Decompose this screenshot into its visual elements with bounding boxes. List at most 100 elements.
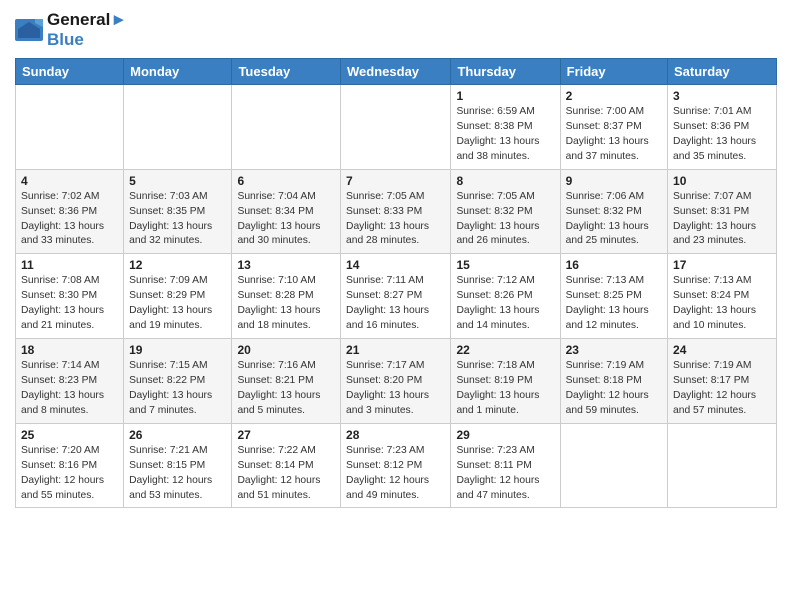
day-number: 27 [237, 428, 335, 442]
calendar-cell: 17 Sunrise: 7:13 AM Sunset: 8:24 PM Dayli… [668, 254, 777, 339]
day-info: Sunrise: 7:18 AM Sunset: 8:19 PM Dayligh… [456, 359, 554, 419]
weekday-header: Monday [124, 59, 232, 85]
calendar-cell: 6 Sunrise: 7:04 AM Sunset: 8:34 PM Daylig… [232, 169, 341, 254]
day-number: 20 [237, 343, 335, 357]
calendar-cell: 8 Sunrise: 7:05 AM Sunset: 8:32 PM Daylig… [451, 169, 560, 254]
weekday-header: Friday [560, 59, 667, 85]
day-number: 28 [346, 428, 445, 442]
weekday-header: Sunday [16, 59, 124, 85]
day-info: Sunrise: 7:04 AM Sunset: 8:34 PM Dayligh… [237, 190, 335, 250]
day-info: Sunrise: 7:19 AM Sunset: 8:18 PM Dayligh… [566, 359, 662, 419]
calendar-cell: 15Sunrise: 7:12 AM Sunset: 8:26 PM Dayli… [451, 254, 560, 339]
day-number: 2 [566, 89, 662, 103]
calendar-cell: 27 Sunrise: 7:22 AM Sunset: 8:14 PM Dayli… [232, 423, 341, 508]
calendar-cell: 4Sunrise: 7:02 AM Sunset: 8:36 PM Daylig… [16, 169, 124, 254]
day-number: 6 [237, 174, 335, 188]
logo-text: General► Blue [47, 10, 127, 50]
day-number: 25 [21, 428, 118, 442]
calendar-cell: 20 Sunrise: 7:16 AM Sunset: 8:21 PM Dayli… [232, 339, 341, 424]
day-number: 9 [566, 174, 662, 188]
calendar-cell: 10Sunrise: 7:07 AM Sunset: 8:31 PM Dayli… [668, 169, 777, 254]
day-info: Sunrise: 7:05 AM Sunset: 8:32 PM Dayligh… [456, 190, 554, 250]
calendar-cell: 14 Sunrise: 7:11 AM Sunset: 8:27 PM Dayli… [341, 254, 451, 339]
day-number: 12 [129, 258, 226, 272]
day-info: Sunrise: 7:21 AM Sunset: 8:15 PM Dayligh… [129, 444, 226, 504]
calendar-cell: 3 Sunrise: 7:01 AM Sunset: 8:36 PM Daylig… [668, 85, 777, 170]
calendar-table: SundayMondayTuesdayWednesdayThursdayFrid… [15, 58, 777, 508]
day-info: Sunrise: 7:14 AM Sunset: 8:23 PM Dayligh… [21, 359, 118, 419]
calendar-cell: 24 Sunrise: 7:19 AM Sunset: 8:17 PM Dayli… [668, 339, 777, 424]
calendar-week-row: 25 Sunrise: 7:20 AM Sunset: 8:16 PM Dayli… [16, 423, 777, 508]
day-number: 15 [456, 258, 554, 272]
page-header: General► Blue [15, 10, 777, 50]
day-info: Sunrise: 7:02 AM Sunset: 8:36 PM Dayligh… [21, 190, 118, 250]
day-info: Sunrise: 7:15 AM Sunset: 8:22 PM Dayligh… [129, 359, 226, 419]
day-number: 19 [129, 343, 226, 357]
calendar-cell [16, 85, 124, 170]
weekday-header: Saturday [668, 59, 777, 85]
day-number: 3 [673, 89, 771, 103]
day-number: 14 [346, 258, 445, 272]
day-info: Sunrise: 7:13 AM Sunset: 8:25 PM Dayligh… [566, 274, 662, 334]
calendar-cell: 9 Sunrise: 7:06 AM Sunset: 8:32 PM Daylig… [560, 169, 667, 254]
calendar-cell: 16 Sunrise: 7:13 AM Sunset: 8:25 PM Dayli… [560, 254, 667, 339]
logo: General► Blue [15, 10, 127, 50]
day-info: Sunrise: 7:22 AM Sunset: 8:14 PM Dayligh… [237, 444, 335, 504]
calendar-week-row: 18 Sunrise: 7:14 AM Sunset: 8:23 PM Dayli… [16, 339, 777, 424]
calendar-cell: 25 Sunrise: 7:20 AM Sunset: 8:16 PM Dayli… [16, 423, 124, 508]
weekday-header: Wednesday [341, 59, 451, 85]
calendar-cell: 12 Sunrise: 7:09 AM Sunset: 8:29 PM Dayli… [124, 254, 232, 339]
calendar-cell: 23 Sunrise: 7:19 AM Sunset: 8:18 PM Dayli… [560, 339, 667, 424]
day-number: 13 [237, 258, 335, 272]
weekday-header: Thursday [451, 59, 560, 85]
day-number: 26 [129, 428, 226, 442]
day-number: 23 [566, 343, 662, 357]
weekday-header: Tuesday [232, 59, 341, 85]
calendar-cell: 22 Sunrise: 7:18 AM Sunset: 8:19 PM Dayli… [451, 339, 560, 424]
day-info: Sunrise: 7:11 AM Sunset: 8:27 PM Dayligh… [346, 274, 445, 334]
calendar-cell: 13 Sunrise: 7:10 AM Sunset: 8:28 PM Dayli… [232, 254, 341, 339]
calendar-cell [668, 423, 777, 508]
day-info: Sunrise: 7:17 AM Sunset: 8:20 PM Dayligh… [346, 359, 445, 419]
day-number: 29 [456, 428, 554, 442]
day-number: 5 [129, 174, 226, 188]
calendar-cell: 5Sunrise: 7:03 AM Sunset: 8:35 PM Daylig… [124, 169, 232, 254]
day-number: 18 [21, 343, 118, 357]
calendar-cell: 26 Sunrise: 7:21 AM Sunset: 8:15 PM Dayli… [124, 423, 232, 508]
day-info: Sunrise: 7:20 AM Sunset: 8:16 PM Dayligh… [21, 444, 118, 504]
day-number: 24 [673, 343, 771, 357]
calendar-cell: 11Sunrise: 7:08 AM Sunset: 8:30 PM Dayli… [16, 254, 124, 339]
calendar-cell [232, 85, 341, 170]
day-info: Sunrise: 7:06 AM Sunset: 8:32 PM Dayligh… [566, 190, 662, 250]
day-info: Sunrise: 7:01 AM Sunset: 8:36 PM Dayligh… [673, 105, 771, 165]
day-number: 17 [673, 258, 771, 272]
calendar-cell: 1 Sunrise: 6:59 AM Sunset: 8:38 PM Daylig… [451, 85, 560, 170]
day-info: Sunrise: 7:10 AM Sunset: 8:28 PM Dayligh… [237, 274, 335, 334]
calendar-header-row: SundayMondayTuesdayWednesdayThursdayFrid… [16, 59, 777, 85]
day-info: Sunrise: 7:00 AM Sunset: 8:37 PM Dayligh… [566, 105, 662, 165]
day-number: 16 [566, 258, 662, 272]
calendar-week-row: 11Sunrise: 7:08 AM Sunset: 8:30 PM Dayli… [16, 254, 777, 339]
day-number: 11 [21, 258, 118, 272]
day-info: Sunrise: 7:13 AM Sunset: 8:24 PM Dayligh… [673, 274, 771, 334]
day-number: 8 [456, 174, 554, 188]
calendar-cell [341, 85, 451, 170]
day-number: 22 [456, 343, 554, 357]
calendar-cell: 18 Sunrise: 7:14 AM Sunset: 8:23 PM Dayli… [16, 339, 124, 424]
calendar-cell: 7Sunrise: 7:05 AM Sunset: 8:33 PM Daylig… [341, 169, 451, 254]
day-number: 1 [456, 89, 554, 103]
day-info: Sunrise: 7:23 AM Sunset: 8:11 PM Dayligh… [456, 444, 554, 504]
day-info: Sunrise: 7:23 AM Sunset: 8:12 PM Dayligh… [346, 444, 445, 504]
calendar-cell: 21Sunrise: 7:17 AM Sunset: 8:20 PM Dayli… [341, 339, 451, 424]
logo-icon [15, 19, 43, 41]
calendar-cell [124, 85, 232, 170]
day-info: Sunrise: 7:16 AM Sunset: 8:21 PM Dayligh… [237, 359, 335, 419]
day-info: Sunrise: 7:09 AM Sunset: 8:29 PM Dayligh… [129, 274, 226, 334]
day-info: Sunrise: 6:59 AM Sunset: 8:38 PM Dayligh… [456, 105, 554, 165]
calendar-cell: 29 Sunrise: 7:23 AM Sunset: 8:11 PM Dayli… [451, 423, 560, 508]
calendar-cell: 2 Sunrise: 7:00 AM Sunset: 8:37 PM Daylig… [560, 85, 667, 170]
calendar-week-row: 4Sunrise: 7:02 AM Sunset: 8:36 PM Daylig… [16, 169, 777, 254]
calendar-cell: 28 Sunrise: 7:23 AM Sunset: 8:12 PM Dayli… [341, 423, 451, 508]
calendar-cell [560, 423, 667, 508]
day-info: Sunrise: 7:19 AM Sunset: 8:17 PM Dayligh… [673, 359, 771, 419]
